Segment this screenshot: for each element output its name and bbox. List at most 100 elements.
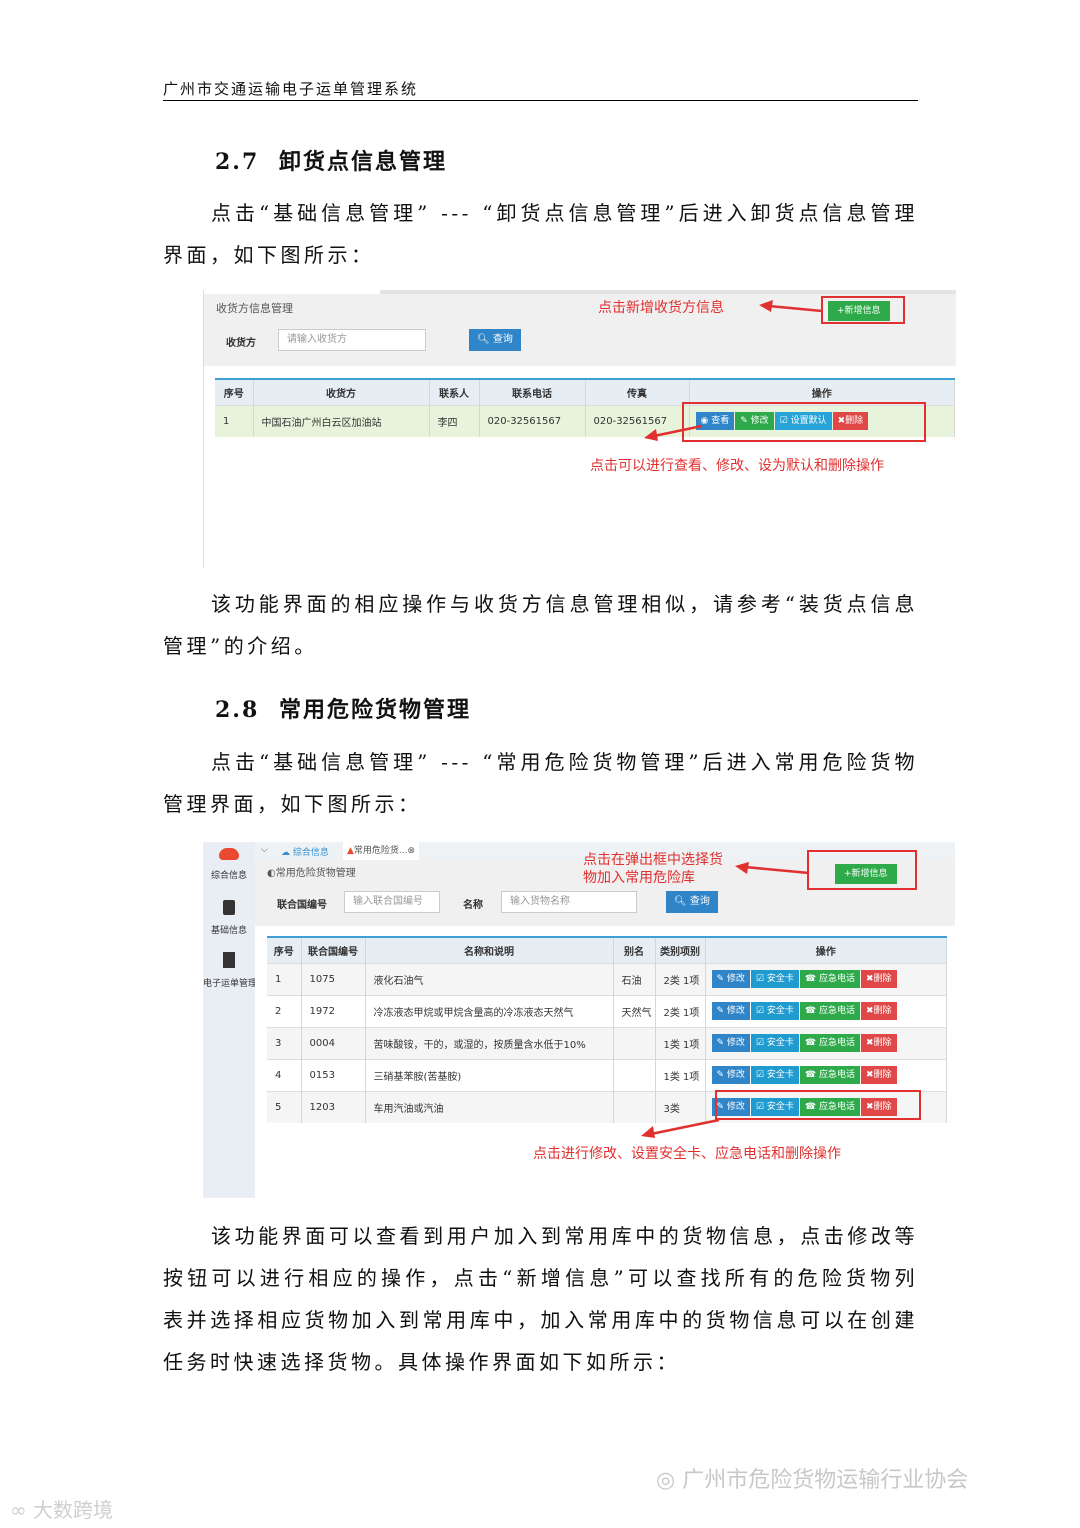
delete-label: 删除 xyxy=(873,1070,892,1080)
logo-icon: ∞ xyxy=(10,1498,27,1522)
warning-icon: ▲ xyxy=(347,846,354,856)
breadcrumb: ◐常用危险货物管理 xyxy=(267,868,356,879)
arrow-add-icon xyxy=(735,862,810,875)
close-icon[interactable]: ⊗ xyxy=(408,846,416,856)
add-info-button[interactable]: +新增信息 xyxy=(835,864,897,884)
edit-label: 修改 xyxy=(726,974,745,984)
ops-highlight-box xyxy=(682,402,926,442)
cell-actions: ✎ 修改 ☑ 安全卡 ☎ 应急电话 ✖删除 xyxy=(705,994,947,1027)
phone-label: 应急电话 xyxy=(818,1070,855,1080)
cell-un: 1075 xyxy=(301,962,366,995)
phone-label: 应急电话 xyxy=(818,1006,855,1016)
arrow-ops-icon xyxy=(641,1118,720,1138)
query-button[interactable]: 🔍︎ 查询 xyxy=(469,329,521,351)
cell-class: 2类 1项 xyxy=(655,994,706,1027)
card-label: 安全卡 xyxy=(766,1006,794,1016)
cell-name: 车用汽油或汽油 xyxy=(365,1090,614,1123)
emergency-phone-button[interactable]: ☎ 应急电话 xyxy=(799,1002,860,1020)
header-rule xyxy=(163,100,918,101)
emergency-phone-button[interactable]: ☎ 应急电话 xyxy=(799,970,860,988)
cell-actions: ✎ 修改 ☑ 安全卡 ☎ 应急电话 ✖删除 xyxy=(705,962,947,995)
col-header: 名称和说明 xyxy=(365,936,614,963)
cell-actions: ✎ 修改 ☑ 安全卡 ☎ 应急电话 ✖删除 xyxy=(705,1026,947,1059)
safety-card-button[interactable]: ☑ 安全卡 xyxy=(750,1066,799,1084)
card-label: 安全卡 xyxy=(766,974,794,984)
add-info-button[interactable]: +新增信息 xyxy=(828,301,890,321)
cell-name: 液化石油气 xyxy=(365,962,614,995)
section-heading-2-8: 2.8 常用危险货物管理 xyxy=(215,692,471,724)
cell-alias: 石油 xyxy=(613,962,656,995)
section-number: 2.7 xyxy=(215,149,260,175)
delete-button[interactable]: ✖删除 xyxy=(860,1066,897,1084)
delete-button[interactable]: ✖删除 xyxy=(860,970,897,988)
tab-common-goods[interactable]: ▲常用危险货...⊗ xyxy=(343,842,420,860)
ops-highlight-box xyxy=(715,1090,921,1120)
wechat-icon: ◎ xyxy=(656,1468,676,1493)
query-button[interactable]: 🔍︎ 查询 xyxy=(666,891,718,913)
sidebar-label: 电子运单管理 xyxy=(203,979,255,989)
edit-button[interactable]: ✎ 修改 xyxy=(711,1034,750,1052)
chevron-down-icon[interactable]: ⌵ xyxy=(261,845,268,855)
query-button-label: 查询 xyxy=(689,896,710,907)
note-ops: 点击可以进行查看、修改、设为默认和删除操作 xyxy=(590,458,884,474)
col-header: 操作 xyxy=(705,936,947,963)
col-header: 收货方 xyxy=(253,378,430,405)
book-icon xyxy=(223,900,235,915)
note-add-line1: 点击在弹出框中选择货 xyxy=(583,852,723,868)
cell-name: 苦味酸铵，干的，或湿的，按质量含水低于10% xyxy=(365,1026,614,1059)
note-add: 点击在弹出框中选择货 物加入常用危险库 xyxy=(583,851,723,887)
cell-no: 4 xyxy=(267,1058,302,1091)
card-label: 安全卡 xyxy=(766,1038,794,1048)
cell-alias xyxy=(613,1058,656,1091)
card-label: 安全卡 xyxy=(766,1070,794,1080)
query-button-label: 查询 xyxy=(492,334,513,345)
phone-label: 应急电话 xyxy=(818,1038,855,1048)
edit-button[interactable]: ✎ 修改 xyxy=(711,970,750,988)
col-header: 联系人 xyxy=(429,378,480,405)
cell-alias: 天然气 xyxy=(613,994,656,1027)
delete-button[interactable]: ✖删除 xyxy=(860,1034,897,1052)
edit-label: 修改 xyxy=(726,1070,745,1080)
sidebar-item-basic[interactable]: 基础信息 xyxy=(203,900,255,936)
edit-button[interactable]: ✎ 修改 xyxy=(711,1066,750,1084)
emergency-phone-button[interactable]: ☎ 应急电话 xyxy=(799,1034,860,1052)
cell-un: 0004 xyxy=(301,1026,366,1059)
safety-card-button[interactable]: ☑ 安全卡 xyxy=(750,970,799,988)
consignee-search-input[interactable]: 请输入收货方 xyxy=(278,329,426,351)
safety-card-button[interactable]: ☑ 安全卡 xyxy=(750,1034,799,1052)
table-row: 3 0004 苦味酸铵，干的，或湿的，按质量含水低于10% 1类 1项 ✎ 修改 ☑ 安全… xyxy=(267,1026,947,1059)
breadcrumb: 收货方信息管理 xyxy=(216,302,293,315)
search-icon: 🔍︎ xyxy=(477,334,490,345)
sidebar-item-overview[interactable]: 综合信息 xyxy=(203,848,255,881)
un-number-input[interactable]: 输入联合国编号 xyxy=(344,891,440,913)
delete-label: 删除 xyxy=(873,1038,892,1048)
cell-contact: 李四 xyxy=(429,404,480,437)
col-header: 序号 xyxy=(267,936,302,963)
cell-un: 1972 xyxy=(301,994,366,1027)
cell-actions: ✎ 修改 ☑ 安全卡 ☎ 应急电话 ✖删除 xyxy=(705,1058,947,1091)
safety-card-button[interactable]: ☑ 安全卡 xyxy=(750,1002,799,1020)
delete-button[interactable]: ✖删除 xyxy=(860,1002,897,1020)
table-header-row: 序号 联合国编号 名称和说明 别名 类别项别 操作 xyxy=(267,936,947,963)
table-row: 2 1972 冷冻液态甲烷或甲烷含量高的冷冻液态天然气 天然气 2类 1项 ✎ 修改 ☑ 安… xyxy=(267,994,947,1027)
col-header: 类别项别 xyxy=(655,936,706,963)
cell-phone: 020-32561567 xyxy=(479,404,586,437)
watermark-left-text: 大数跨境 xyxy=(33,1498,114,1522)
table-row: 1 1075 液化石油气 石油 2类 1项 ✎ 修改 ☑ 安全卡 ☎ 应急电话 ✖删除 xyxy=(267,962,947,995)
col-header: 别名 xyxy=(613,936,656,963)
emergency-phone-button[interactable]: ☎ 应急电话 xyxy=(799,1066,860,1084)
tab-overview[interactable]: ☁ 综合信息 xyxy=(281,845,329,858)
arrow-add-icon xyxy=(759,300,823,313)
edit-button[interactable]: ✎ 修改 xyxy=(711,1002,750,1020)
tab-label: 常用危险货... xyxy=(353,846,408,856)
cell-name: 三硝基苯胺(苦基胺) xyxy=(365,1058,614,1091)
note-add: 点击新增收货方信息 xyxy=(598,300,724,316)
cell-un: 0153 xyxy=(301,1058,366,1091)
sidebar-label: 基础信息 xyxy=(210,926,247,936)
goods-name-input[interactable]: 输入货物名称 xyxy=(501,891,637,913)
cloud-icon xyxy=(219,848,239,860)
cell-alias xyxy=(613,1026,656,1059)
watermark-right: ◎ 广州市危险货物运输行业协会 xyxy=(656,1462,968,1494)
sidebar-item-waybill[interactable]: 电子运单管理 xyxy=(203,952,255,989)
screenshot-unload-point: 收货方信息管理 收货方 请输入收货方 🔍︎ 查询 +新增信息 点击新增收货方信息… xyxy=(203,290,956,568)
